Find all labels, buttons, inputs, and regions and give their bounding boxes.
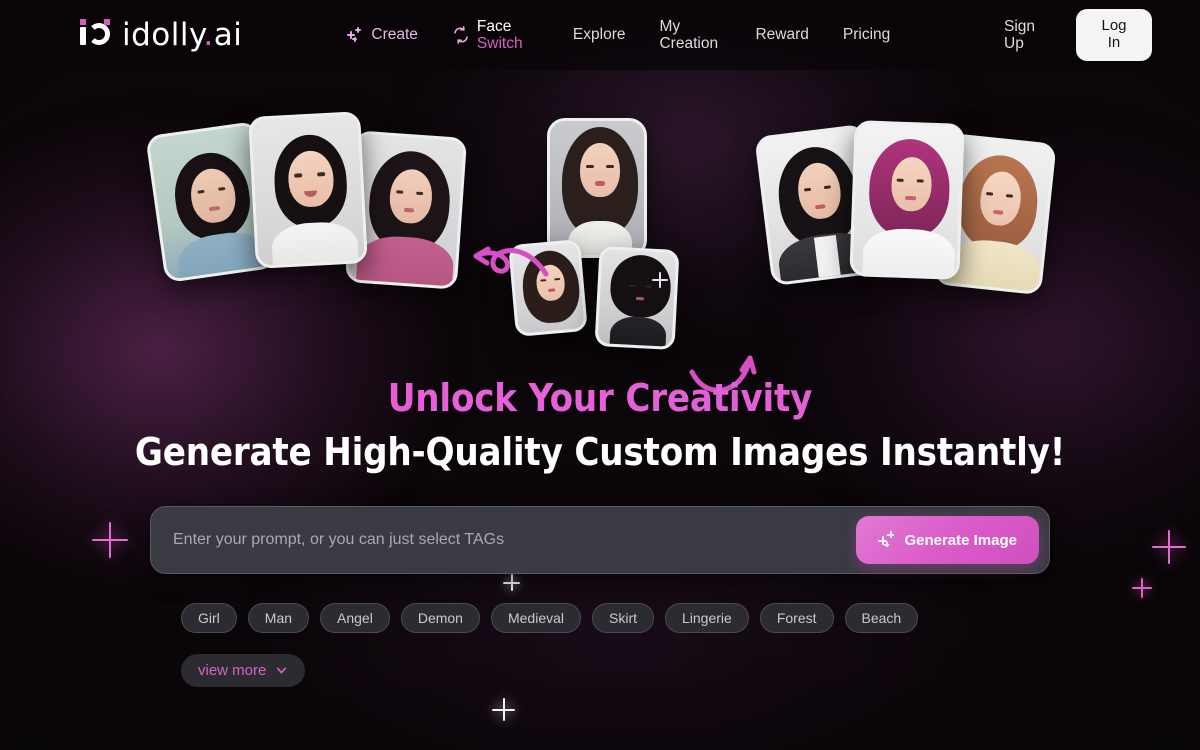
nav-item-create[interactable]: Create	[330, 8, 435, 62]
nav-label-my: My	[659, 17, 681, 35]
nav-item-pricing[interactable]: Pricing	[826, 8, 907, 62]
sparkle-white-center-bottom	[492, 698, 515, 721]
nav-item-my-creation[interactable]: My Creation	[642, 8, 738, 62]
nav-item-explore[interactable]: Explore	[556, 8, 643, 62]
header-actions: Sign Up Log In	[994, 8, 1152, 62]
nav-label-explore: Explore	[572, 26, 626, 44]
sign-up-label: Sign Up	[1004, 18, 1048, 53]
tag-skirt[interactable]: Skirt	[592, 603, 654, 633]
sparkle-pink-left	[92, 522, 128, 558]
tag-beach[interactable]: Beach	[844, 603, 919, 633]
nav-label-face: Face	[476, 17, 512, 35]
sparkle-white-center-top	[503, 574, 520, 591]
log-in-line2: In	[1107, 34, 1121, 51]
logo[interactable]: idolly.ai	[78, 17, 242, 53]
main-nav: Create Face Switch Explore My Creation Rew…	[330, 8, 907, 62]
tag-list: Girl Man Angel Demon Medieval Skirt Ling…	[181, 603, 1061, 633]
headline-line-1: Unlock Your Creativity	[0, 376, 1200, 420]
sparkle-pink-right-small	[1132, 578, 1152, 598]
tag-angel[interactable]: Angel	[320, 603, 390, 633]
curved-arrow-left-icon	[473, 246, 549, 277]
plus-sparkle-icon	[652, 272, 668, 288]
generate-image-button[interactable]: Generate Image	[856, 516, 1039, 564]
sparkles-icon	[347, 27, 364, 44]
nav-label-creation: Creation	[659, 35, 719, 52]
nav-item-reward[interactable]: Reward	[738, 8, 825, 62]
tag-man[interactable]: Man	[247, 603, 310, 633]
tag-medieval[interactable]: Medieval	[490, 603, 581, 633]
logo-tld: ai	[213, 17, 243, 53]
logo-wordmark: idolly.ai	[122, 17, 242, 53]
nav-label-create: Create	[371, 26, 418, 44]
tag-forest[interactable]: Forest	[759, 603, 834, 633]
nav-label-switch: Switch	[476, 35, 523, 52]
sign-up-button[interactable]: Sign Up	[994, 8, 1058, 62]
nav-label-pricing: Pricing	[842, 26, 891, 44]
nav-label-my-creation: My Creation	[659, 18, 721, 53]
logo-name: idolly	[122, 17, 204, 53]
background-glow-bottom	[120, 430, 1120, 750]
hero-headline: Unlock Your Creativity Generate High-Qua…	[0, 376, 1200, 474]
nav-item-face-switch[interactable]: Face Switch	[435, 8, 556, 62]
sign-up-line1: Sign	[1004, 17, 1036, 35]
view-more-label: view more	[198, 662, 267, 679]
tag-lingerie[interactable]: Lingerie	[665, 603, 749, 633]
sparkle-pink-right-large	[1152, 530, 1186, 564]
swap-icon	[454, 26, 468, 44]
prompt-bar: Generate Image	[150, 506, 1050, 574]
hero-collage	[0, 70, 1200, 393]
log-in-button[interactable]: Log In	[1076, 9, 1152, 61]
tag-girl[interactable]: Girl	[181, 603, 237, 633]
hero-card-result-2	[849, 120, 965, 280]
logo-dot: .	[203, 17, 214, 53]
sign-up-line2: Up	[1004, 35, 1024, 52]
chevron-down-icon	[277, 667, 287, 674]
hero-card-base-portrait	[547, 118, 647, 258]
hero-card-source-2	[248, 111, 368, 269]
page-root: idolly.ai Create Face Switch Explore My …	[0, 0, 1200, 750]
prompt-input[interactable]	[151, 531, 857, 549]
sparkles-icon	[878, 531, 895, 549]
log-in-line1: Log	[1101, 17, 1127, 35]
view-more-button[interactable]: view more	[181, 654, 306, 687]
nav-label-face-switch: Face Switch	[477, 18, 539, 53]
hero-card-face-male	[594, 245, 680, 351]
generate-image-label: Generate Image	[904, 531, 1017, 549]
tag-demon[interactable]: Demon	[400, 603, 480, 633]
site-header: idolly.ai Create Face Switch Explore My …	[0, 0, 1200, 70]
logo-icon	[78, 18, 112, 52]
nav-label-reward: Reward	[755, 26, 809, 44]
headline-line-2: Generate High-Quality Custom Images Inst…	[134, 430, 1066, 474]
